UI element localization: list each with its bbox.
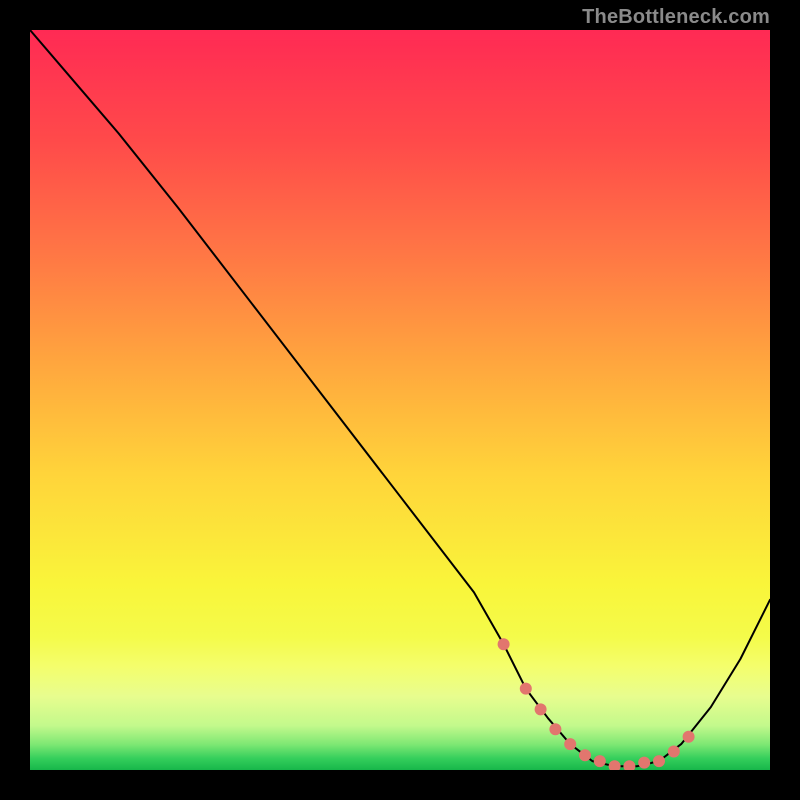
- highlight-dot: [535, 703, 547, 715]
- highlight-dot: [668, 746, 680, 758]
- highlight-dot: [549, 723, 561, 735]
- highlight-dot: [498, 638, 510, 650]
- watermark-text: TheBottleneck.com: [582, 6, 770, 29]
- highlight-dot: [579, 749, 591, 761]
- highlight-dot: [653, 755, 665, 767]
- highlight-dot: [564, 738, 576, 750]
- highlight-dot: [594, 755, 606, 767]
- highlight-dot: [638, 757, 650, 769]
- chart-svg: [30, 30, 770, 770]
- highlight-dot: [520, 683, 532, 695]
- highlight-dot: [683, 731, 695, 743]
- chart-plot-area: [30, 30, 770, 770]
- chart-background: [30, 30, 770, 770]
